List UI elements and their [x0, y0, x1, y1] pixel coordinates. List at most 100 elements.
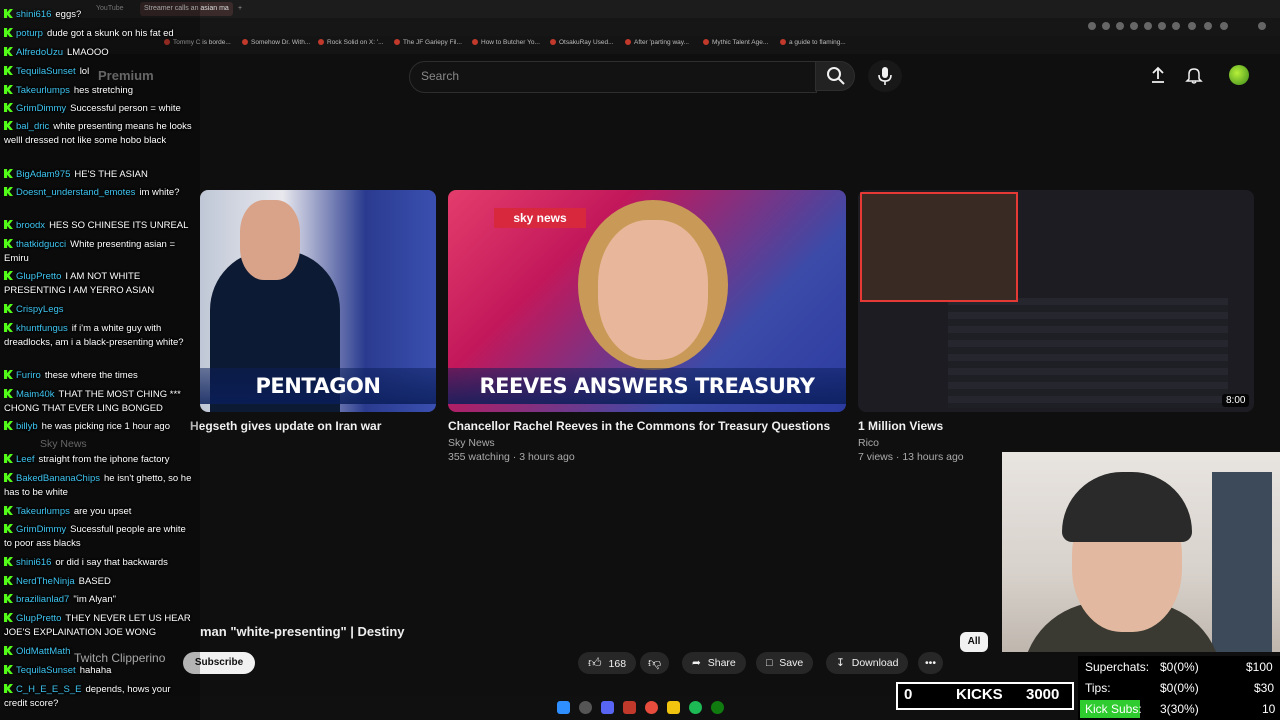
video-title[interactable]: 1 Million Views: [858, 419, 943, 433]
extension-icon[interactable]: [1088, 22, 1096, 30]
search-input[interactable]: [409, 61, 817, 93]
chat-username[interactable]: GlupPretto: [16, 613, 61, 624]
xbox-icon[interactable]: [711, 701, 724, 714]
extension-icon[interactable]: [1172, 22, 1180, 30]
chat-username[interactable]: BigAdam975: [16, 169, 70, 180]
chat-username[interactable]: poturp: [16, 28, 43, 39]
account-avatar[interactable]: [1229, 65, 1249, 85]
chat-username[interactable]: brazilianlad7: [16, 594, 69, 605]
bookmark-item[interactable]: Somehow Dr. With...: [242, 39, 310, 46]
extension-icon[interactable]: [1130, 22, 1138, 30]
kick-badge-icon: [4, 85, 13, 94]
bookmark-item[interactable]: Mythic Talent Age...: [703, 39, 768, 46]
kick-badge-icon: [4, 454, 13, 463]
voice-search-button[interactable]: [868, 60, 902, 92]
video-title[interactable]: Chancellor Rachel Reeves in the Commons …: [448, 419, 830, 433]
tips-goal: $30: [1254, 681, 1275, 695]
chat-username[interactable]: billyb: [16, 421, 38, 432]
chat-username[interactable]: Leef: [16, 454, 35, 465]
extension-icon[interactable]: [1188, 22, 1196, 30]
kick-badge-icon: [4, 187, 13, 196]
chat-username[interactable]: GlupPretto: [16, 271, 61, 282]
video-thumbnail[interactable]: [858, 190, 1254, 412]
discord-icon[interactable]: [601, 701, 614, 714]
thumbnail-webcam: [860, 192, 1018, 302]
chat-text: he was picking rice 1 hour ago: [41, 421, 170, 432]
chat-username[interactable]: Takeurlumps: [16, 85, 70, 96]
kick-badge-icon: [4, 370, 13, 379]
chat-username[interactable]: Furiro: [16, 370, 41, 381]
search-button[interactable]: [815, 61, 855, 91]
chat-username[interactable]: khuntfungus: [16, 323, 68, 334]
search-icon[interactable]: [579, 701, 592, 714]
chat-username[interactable]: GrimDimmy: [16, 103, 66, 114]
extension-icon[interactable]: [1158, 22, 1166, 30]
thumbnail-figure: [240, 200, 300, 280]
upload-icon[interactable]: [1149, 66, 1167, 84]
chat-username[interactable]: TequilaSunset: [16, 665, 76, 676]
chat-message: Leef straight from the iphone factory: [4, 453, 196, 467]
video-thumbnail[interactable]: PENTAGON BRIEFING ON IRAN WAR: [200, 190, 436, 412]
start-menu-icon[interactable]: [557, 701, 570, 714]
kick-badge-icon: [4, 66, 13, 75]
kick-badge-icon: [4, 594, 13, 603]
extension-icon[interactable]: [1258, 22, 1266, 30]
share-button[interactable]: ➦ Share: [682, 652, 746, 674]
webcam-background: [1212, 472, 1272, 652]
app-icon[interactable]: [623, 701, 636, 714]
chat-username[interactable]: AlfredoUzu: [16, 47, 63, 58]
save-button[interactable]: □ Save: [756, 652, 814, 674]
more-icon: •••: [925, 657, 937, 669]
new-tab-icon[interactable]: +: [234, 2, 246, 16]
spotify-icon[interactable]: [689, 701, 702, 714]
bookmark-item[interactable]: After 'parting way...: [625, 39, 689, 46]
video-channel[interactable]: Sky News: [448, 437, 495, 449]
filter-chip-all[interactable]: All: [960, 632, 988, 652]
bookmark-item[interactable]: Rock Solid on X: '...: [318, 39, 384, 46]
chat-username[interactable]: GrimDimmy: [16, 524, 66, 535]
more-actions-button[interactable]: •••: [918, 652, 944, 674]
chat-username[interactable]: thatkidgucci: [16, 239, 66, 250]
bookmark-item[interactable]: a guide to flaming...: [780, 39, 846, 46]
kick-badge-icon: [4, 576, 13, 585]
chat-username[interactable]: Maim40k: [16, 389, 55, 400]
dislike-button[interactable]: 👎︎: [640, 652, 670, 674]
bookmark-item[interactable]: How to Butcher Yo...: [472, 39, 540, 46]
chat-text: BASED: [78, 576, 111, 587]
chat-username[interactable]: broodx: [16, 220, 45, 231]
chat-text: or did i say that backwards: [55, 557, 168, 568]
extension-icon[interactable]: [1220, 22, 1228, 30]
chat-username[interactable]: Takeurlumps: [16, 506, 70, 517]
chat-username[interactable]: shini616: [16, 9, 51, 20]
browser-icon[interactable]: [645, 701, 658, 714]
chat-username[interactable]: BakedBananaChips: [16, 473, 100, 484]
video-channel[interactable]: Rico: [858, 437, 879, 449]
chat-username[interactable]: OldMattMath: [16, 646, 70, 657]
notifications-bell-icon[interactable]: [1185, 66, 1203, 84]
chat-username[interactable]: TequilaSunset: [16, 66, 76, 77]
chat-username[interactable]: Doesnt_understand_emotes: [16, 187, 135, 198]
folder-icon[interactable]: [667, 701, 680, 714]
chat-username[interactable]: shini616: [16, 557, 51, 568]
extension-icon[interactable]: [1116, 22, 1124, 30]
chat-text: im white?: [139, 187, 180, 198]
bookmark-item[interactable]: OtsakuRay Used...: [550, 39, 614, 46]
video-meta: 7 views · 13 hours ago: [858, 451, 964, 463]
video-thumbnail[interactable]: sky news REEVES ANSWERS TREASURY QUESTIO…: [448, 190, 846, 412]
chat-username[interactable]: CrispyLegs: [16, 304, 64, 315]
extension-icon[interactable]: [1144, 22, 1152, 30]
download-button[interactable]: ↧ Download: [826, 652, 909, 674]
superchats-label: Superchats:: [1085, 660, 1150, 674]
chat-username[interactable]: C_H_E_E_S_E: [16, 684, 81, 695]
chat-text: dude got a skunk on his fat ed: [46, 28, 174, 39]
chat-message: GlupPretto I AM NOT WHITE PRESENTING I AM…: [4, 270, 196, 298]
kick-badge-icon: [4, 271, 13, 280]
chat-username[interactable]: bal_dric: [16, 121, 49, 132]
bookmark-item[interactable]: The JF Gariepy Fil...: [394, 39, 462, 46]
superchats-value: $0(0%): [1160, 660, 1199, 674]
like-button[interactable]: 👍︎ 168: [578, 652, 637, 674]
video-title[interactable]: Hegseth gives update on Iran war: [190, 419, 381, 433]
chat-username[interactable]: NerdTheNinja: [16, 576, 75, 587]
extension-icon[interactable]: [1204, 22, 1212, 30]
extension-icon[interactable]: [1102, 22, 1110, 30]
